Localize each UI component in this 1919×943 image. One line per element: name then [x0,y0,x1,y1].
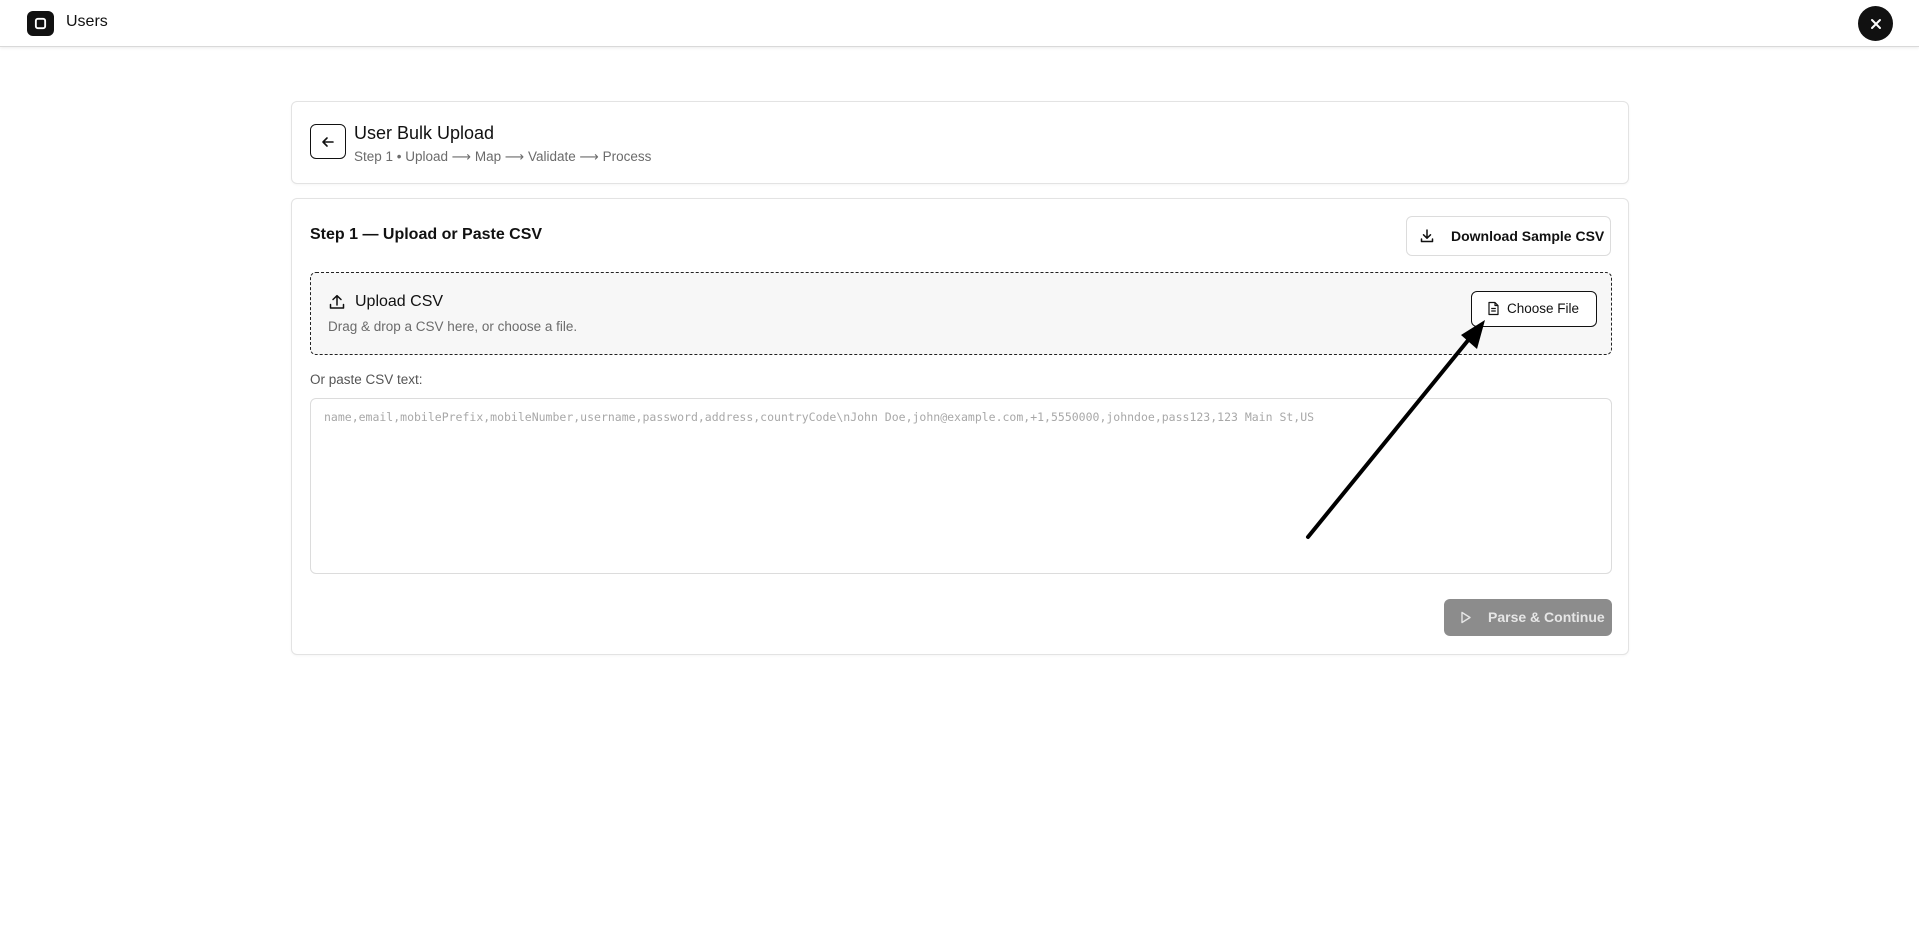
choose-file-label: Choose File [1507,301,1580,316]
step-breadcrumb: Step 1 • Upload ⟶ Map ⟶ Validate ⟶ Proce… [354,149,652,164]
close-button[interactable] [1858,6,1893,41]
download-sample-label: Download Sample CSV [1451,228,1605,244]
choose-file-button[interactable]: Choose File [1471,291,1597,327]
upload-hint: Drag & drop a CSV here, or choose a file… [328,319,578,334]
back-button[interactable] [310,124,346,159]
parse-continue-label: Parse & Continue [1488,609,1605,625]
header-card: User Bulk Upload Step 1 • Upload ⟶ Map ⟶… [291,101,1629,184]
header-title: User Bulk Upload [354,123,495,143]
upload-card: Step 1 — Upload or Paste CSV Download Sa… [291,198,1629,655]
play-icon [1461,611,1471,624]
file-icon [1488,301,1499,316]
paste-csv-label: Or paste CSV text: [310,372,423,387]
csv-dropzone[interactable]: Upload CSV Drag & drop a CSV here, or ch… [310,272,1612,355]
upload-title: Upload CSV [355,293,444,310]
top-bar: Users [0,0,1919,47]
download-sample-csv-button[interactable]: Download Sample CSV [1406,216,1611,256]
page-title: Users [66,13,108,30]
download-icon [1420,229,1434,243]
arrow-left-icon [322,136,334,147]
upload-icon [329,294,345,309]
step-title: Step 1 — Upload or Paste CSV [310,226,543,243]
paste-csv-textarea[interactable] [310,398,1612,574]
parse-continue-button[interactable]: Parse & Continue [1444,599,1612,636]
square-app-icon [27,11,54,36]
close-icon [1870,18,1881,29]
